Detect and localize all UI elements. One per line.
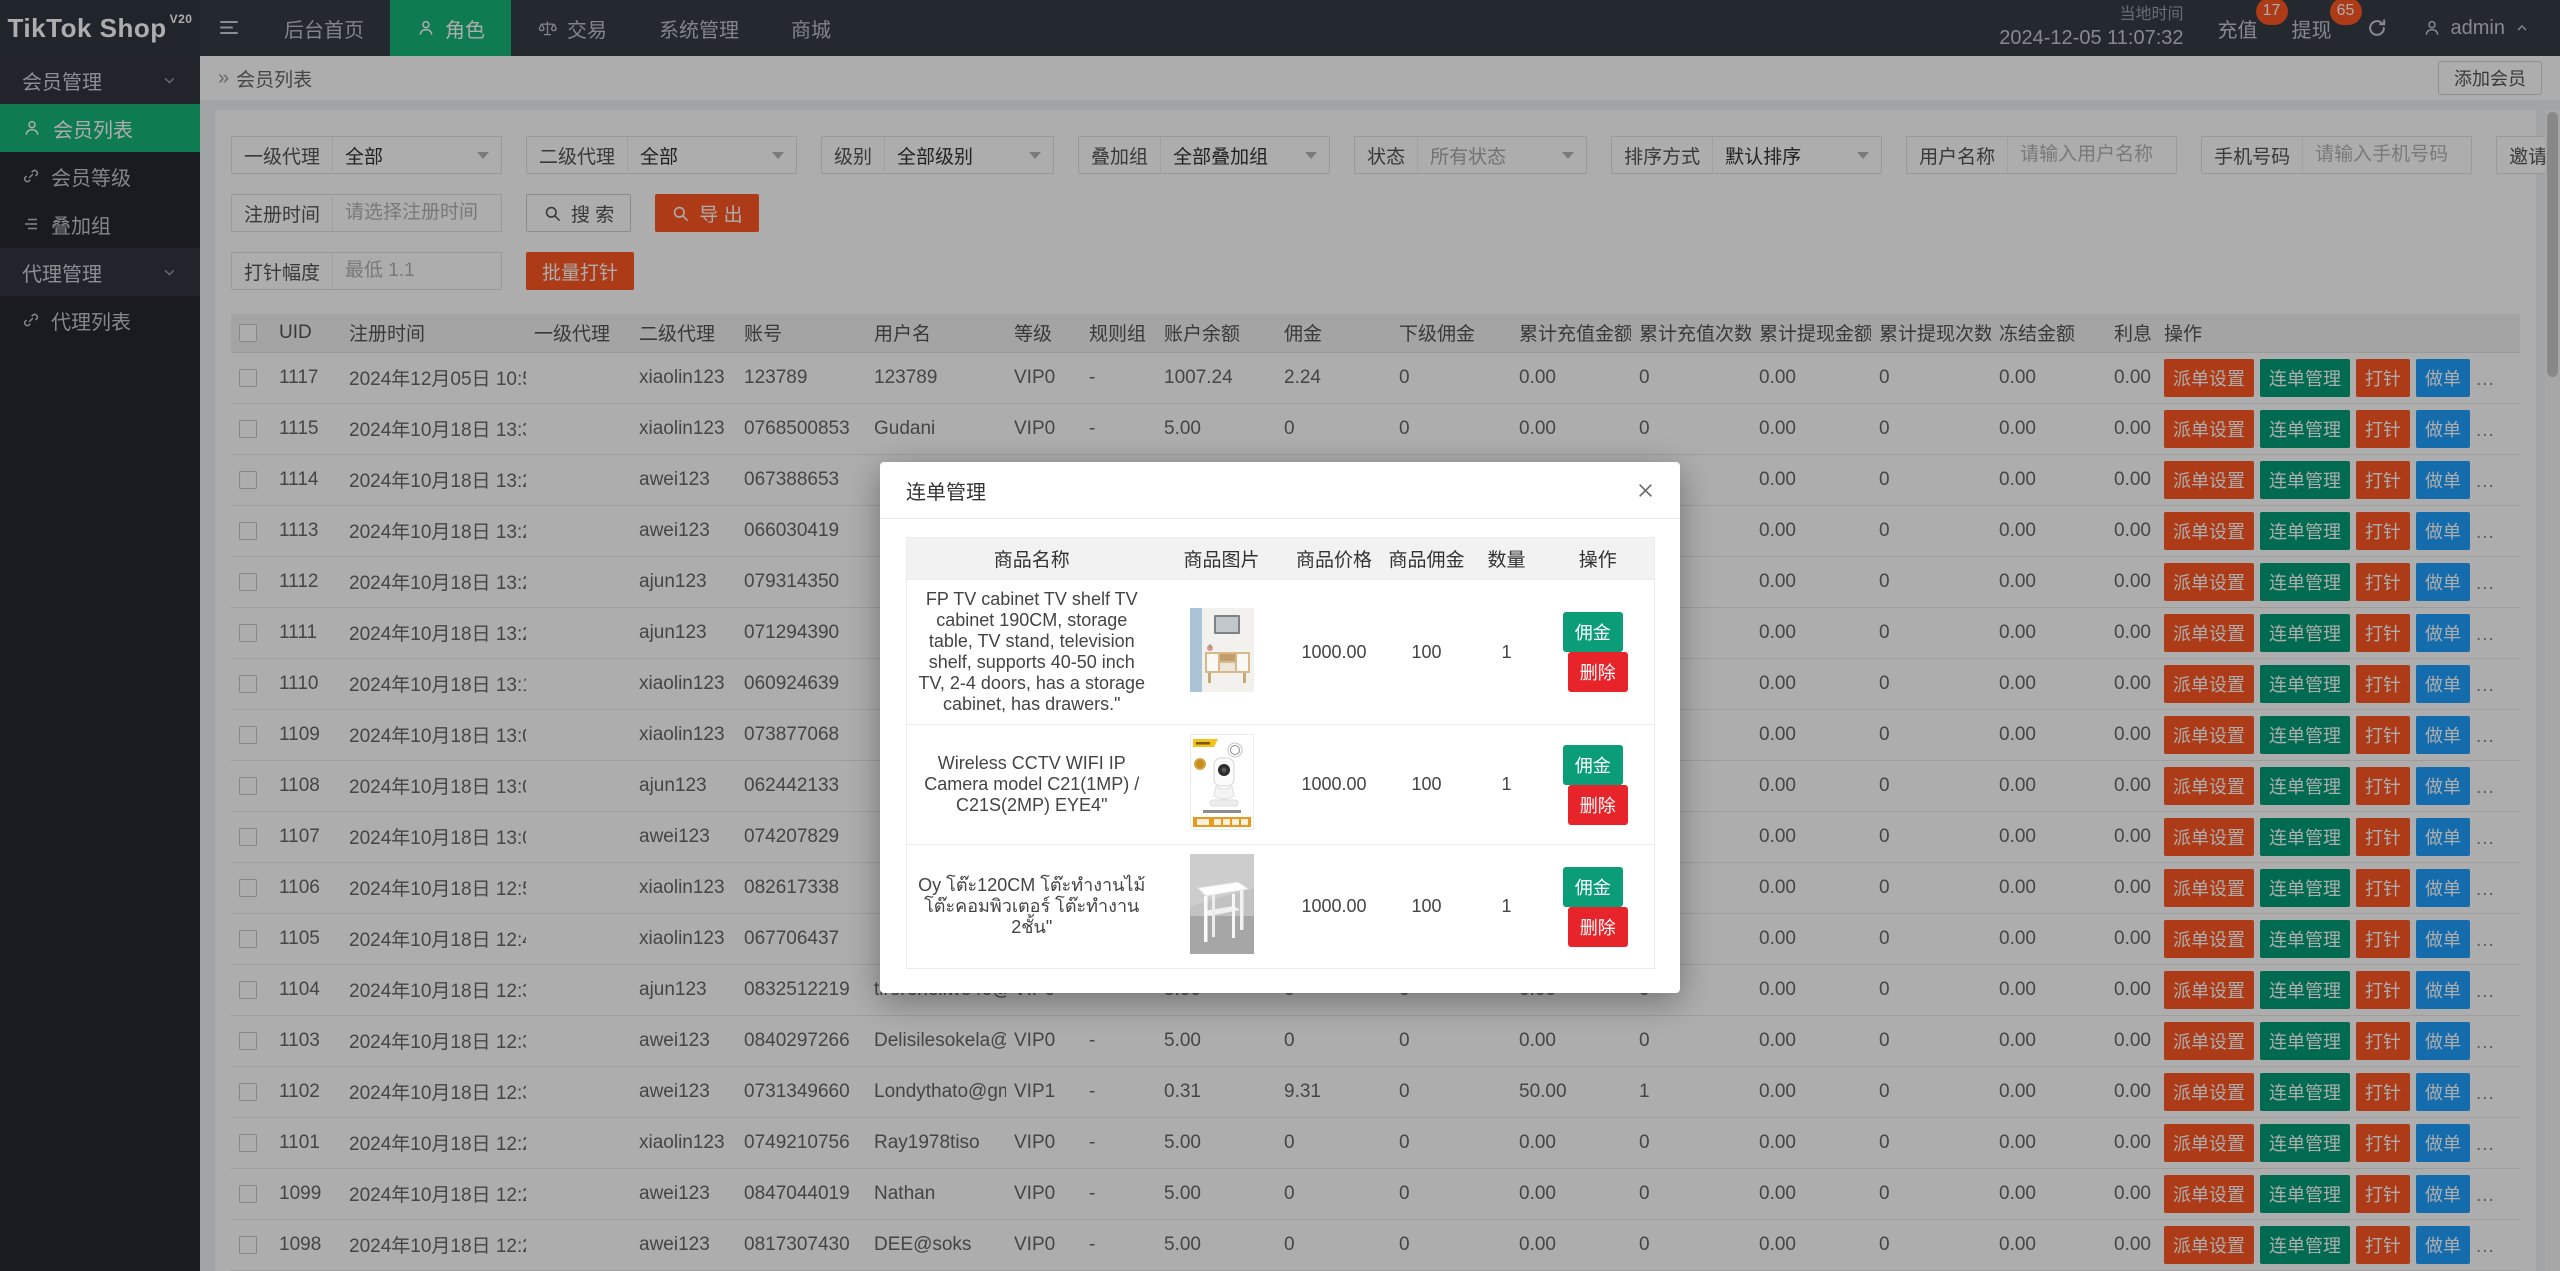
product-row: Wireless CCTV WIFI IP Camera model C21(1… [906, 724, 1655, 845]
cell-actions: 佣金删除 [1541, 579, 1655, 725]
col-product-commission: 商品佣金 [1381, 537, 1472, 580]
delete-button[interactable]: 删除 [1567, 652, 1628, 692]
cell-product-image [1156, 724, 1287, 845]
cell-product-image [1156, 579, 1287, 725]
cell-product-price: 1000.00 [1286, 724, 1382, 845]
commission-button[interactable]: 佣金 [1562, 612, 1623, 652]
chain-order-modal: 连单管理 商品名称 商品图片 商品价格 商品佣金 数量 操作 FP TV cabinet … [880, 462, 1680, 993]
cell-product-name: Wireless CCTV WIFI IP Camera model C21(1… [906, 724, 1157, 845]
col-quantity: 数量 [1471, 537, 1542, 580]
cell-product-price: 1000.00 [1286, 579, 1382, 725]
cell-quantity: 1 [1471, 724, 1542, 845]
col-product-name: 商品名称 [906, 537, 1157, 580]
cell-product-commission: 100 [1381, 724, 1472, 845]
cell-actions: 佣金删除 [1541, 724, 1655, 845]
modal-body: 商品名称 商品图片 商品价格 商品佣金 数量 操作 FP TV cabinet TV sh… [880, 519, 1680, 993]
product-row: FP TV cabinet TV shelf TV cabinet 190CM,… [906, 579, 1655, 725]
cell-product-price: 1000.00 [1286, 844, 1382, 969]
commission-button[interactable]: 佣金 [1562, 866, 1623, 907]
col-product-price: 商品价格 [1286, 537, 1382, 580]
cell-product-name: FP TV cabinet TV shelf TV cabinet 190CM,… [906, 579, 1157, 725]
product-row: Oy โต๊ะ120CM โต๊ะทำงานไม้ โต๊ะคอมพิวเตอร… [906, 844, 1655, 969]
cell-quantity: 1 [1471, 579, 1542, 725]
commission-button[interactable]: 佣金 [1562, 744, 1623, 785]
product-table: 商品名称 商品图片 商品价格 商品佣金 数量 操作 FP TV cabinet TV sh… [906, 537, 1655, 969]
cell-product-commission: 100 [1381, 844, 1472, 969]
cell-product-commission: 100 [1381, 579, 1472, 725]
modal-title: 连单管理 [906, 481, 986, 504]
cell-actions: 佣金删除 [1541, 844, 1655, 969]
cell-product-image [1156, 844, 1287, 969]
delete-button[interactable]: 删除 [1567, 906, 1628, 947]
cell-product-name: Oy โต๊ะ120CM โต๊ะทำงานไม้ โต๊ะคอมพิวเตอร… [906, 844, 1157, 969]
col-product-image: 商品图片 [1156, 537, 1287, 580]
modal-header: 连单管理 [880, 462, 1680, 519]
close-icon[interactable] [1637, 482, 1654, 499]
col-actions: 操作 [1541, 537, 1655, 580]
delete-button[interactable]: 删除 [1567, 784, 1628, 825]
product-image-ip-camera [1189, 734, 1254, 830]
cell-quantity: 1 [1471, 844, 1542, 969]
product-image-tv-cabinet [1189, 607, 1254, 692]
product-image-white-desk [1189, 854, 1254, 954]
